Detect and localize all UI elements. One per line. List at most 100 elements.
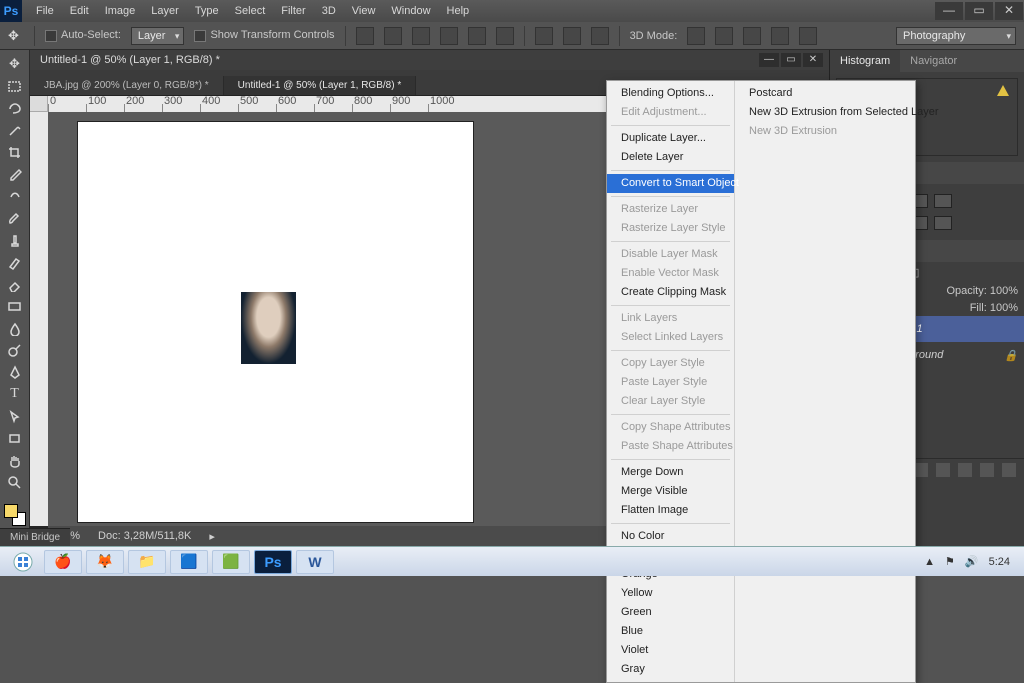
document-tab[interactable]: Untitled-1 @ 50% (Layer 1, RGB/8) * [224, 76, 417, 95]
opacity-value[interactable]: 100% [990, 285, 1018, 297]
histogram-warning-icon[interactable] [997, 85, 1009, 96]
show-transform-checkbox[interactable]: Show Transform Controls [194, 29, 334, 41]
ctx-yellow[interactable]: Yellow [607, 584, 734, 603]
auto-select-target-combo[interactable]: Layer [131, 27, 185, 45]
menu-layer[interactable]: Layer [143, 0, 187, 22]
hand-tool[interactable] [3, 450, 27, 470]
3d-mode-icon[interactable] [687, 27, 705, 45]
3d-mode-icon[interactable] [743, 27, 761, 45]
foreground-color-swatch[interactable] [4, 504, 18, 518]
placed-image[interactable] [241, 292, 296, 364]
menu-help[interactable]: Help [439, 0, 478, 22]
distribute-icon[interactable] [591, 27, 609, 45]
taskbar-folder[interactable]: 📁 [128, 550, 166, 574]
ctx-merge-down[interactable]: Merge Down [607, 463, 734, 482]
history-brush-tool[interactable] [3, 252, 27, 272]
tab-histogram[interactable]: Histogram [830, 50, 900, 72]
auto-select-checkbox[interactable]: Auto-Select: [45, 29, 121, 41]
path-select-tool[interactable] [3, 406, 27, 426]
menu-file[interactable]: File [28, 0, 62, 22]
eyedropper-tool[interactable] [3, 164, 27, 184]
wand-tool[interactable] [3, 120, 27, 140]
pen-tool[interactable] [3, 362, 27, 382]
ctx-merge-visible[interactable]: Merge Visible [607, 482, 734, 501]
shape-tool[interactable] [3, 428, 27, 448]
ctx-duplicate-layer[interactable]: Duplicate Layer... [607, 129, 734, 148]
stamp-tool[interactable] [3, 230, 27, 250]
eraser-tool[interactable] [3, 274, 27, 294]
blur-tool[interactable] [3, 318, 27, 338]
ctx-flatten-image[interactable]: Flatten Image [607, 501, 734, 520]
ruler-vertical[interactable] [30, 112, 48, 526]
ctx-violet[interactable]: Violet [607, 641, 734, 660]
ctx-create-clipping-mask[interactable]: Create Clipping Mask [607, 283, 734, 302]
menu-view[interactable]: View [344, 0, 384, 22]
taskbar-finder[interactable]: 🍎 [44, 550, 82, 574]
ctx-gray[interactable]: Gray [607, 660, 734, 679]
document-tab[interactable]: JBA.jpg @ 200% (Layer 0, RGB/8*) * [30, 76, 224, 95]
new-group-icon[interactable] [958, 463, 972, 477]
taskbar-firefox[interactable]: 🦊 [86, 550, 124, 574]
menu-edit[interactable]: Edit [62, 0, 97, 22]
tray-clock[interactable]: 5:24 [989, 556, 1010, 568]
tab-navigator[interactable]: Navigator [900, 50, 967, 72]
tray-volume-icon[interactable]: 🔊 [965, 555, 979, 568]
lasso-tool[interactable] [3, 98, 27, 118]
workspace-combo[interactable]: Photography [896, 27, 1016, 45]
canvas[interactable] [78, 122, 473, 522]
taskbar-photoshop[interactable]: Ps [254, 550, 292, 574]
align-icon[interactable] [384, 27, 402, 45]
align-icon[interactable] [412, 27, 430, 45]
dodge-tool[interactable] [3, 340, 27, 360]
crop-tool[interactable] [3, 142, 27, 162]
gradient-tool[interactable] [3, 296, 27, 316]
doc-size[interactable]: Doc: 3,28M/511,8K [98, 530, 191, 542]
3d-mode-icon[interactable] [799, 27, 817, 45]
doc-restore[interactable]: ▭ [781, 53, 801, 67]
close-button[interactable]: ✕ [995, 2, 1023, 20]
align-icon[interactable] [440, 27, 458, 45]
status-arrow-icon[interactable]: ▸ [209, 530, 215, 543]
minimize-button[interactable]: — [935, 2, 963, 20]
menu-window[interactable]: Window [383, 0, 438, 22]
fill-value[interactable]: 100% [990, 302, 1018, 314]
heal-tool[interactable] [3, 186, 27, 206]
move-tool[interactable]: ✥ [3, 54, 27, 74]
distribute-icon[interactable] [535, 27, 553, 45]
color-swatches[interactable] [4, 504, 26, 526]
marquee-tool[interactable] [3, 76, 27, 96]
menu-filter[interactable]: Filter [273, 0, 313, 22]
trash-icon[interactable] [1002, 463, 1016, 477]
tray-flag-icon[interactable]: ▲ [924, 556, 935, 568]
align-icon[interactable] [496, 27, 514, 45]
menu-type[interactable]: Type [187, 0, 227, 22]
ruler-origin[interactable] [30, 96, 48, 112]
mini-bridge-tab[interactable]: Mini Bridge [0, 528, 70, 546]
ctx-new-3d-extrusion-from-selected-layer[interactable]: New 3D Extrusion from Selected Layer [735, 103, 953, 122]
tray-network-icon[interactable]: ⚑ [945, 555, 955, 568]
brush-tool[interactable] [3, 208, 27, 228]
taskbar-word[interactable]: W [296, 550, 334, 574]
ctx-no-color[interactable]: No Color [607, 527, 734, 546]
ctx-blue[interactable]: Blue [607, 622, 734, 641]
start-button[interactable] [6, 550, 40, 574]
taskbar-app[interactable]: 🟩 [212, 550, 250, 574]
3d-mode-icon[interactable] [771, 27, 789, 45]
ctx-blending-options[interactable]: Blending Options... [607, 84, 734, 103]
ctx-postcard[interactable]: Postcard [735, 84, 953, 103]
doc-close[interactable]: ✕ [803, 53, 823, 67]
ctx-delete-layer[interactable]: Delete Layer [607, 148, 734, 167]
menu-image[interactable]: Image [97, 0, 144, 22]
align-icon[interactable] [356, 27, 374, 45]
doc-minimize[interactable]: — [759, 53, 779, 67]
align-icon[interactable] [468, 27, 486, 45]
menu-3d[interactable]: 3D [314, 0, 344, 22]
3d-mode-icon[interactable] [715, 27, 733, 45]
new-layer-icon[interactable] [980, 463, 994, 477]
menu-select[interactable]: Select [227, 0, 274, 22]
distribute-icon[interactable] [563, 27, 581, 45]
taskbar-app[interactable]: 🟦 [170, 550, 208, 574]
type-tool[interactable]: T [3, 384, 27, 404]
zoom-tool[interactable] [3, 472, 27, 492]
restore-button[interactable]: ▭ [965, 2, 993, 20]
